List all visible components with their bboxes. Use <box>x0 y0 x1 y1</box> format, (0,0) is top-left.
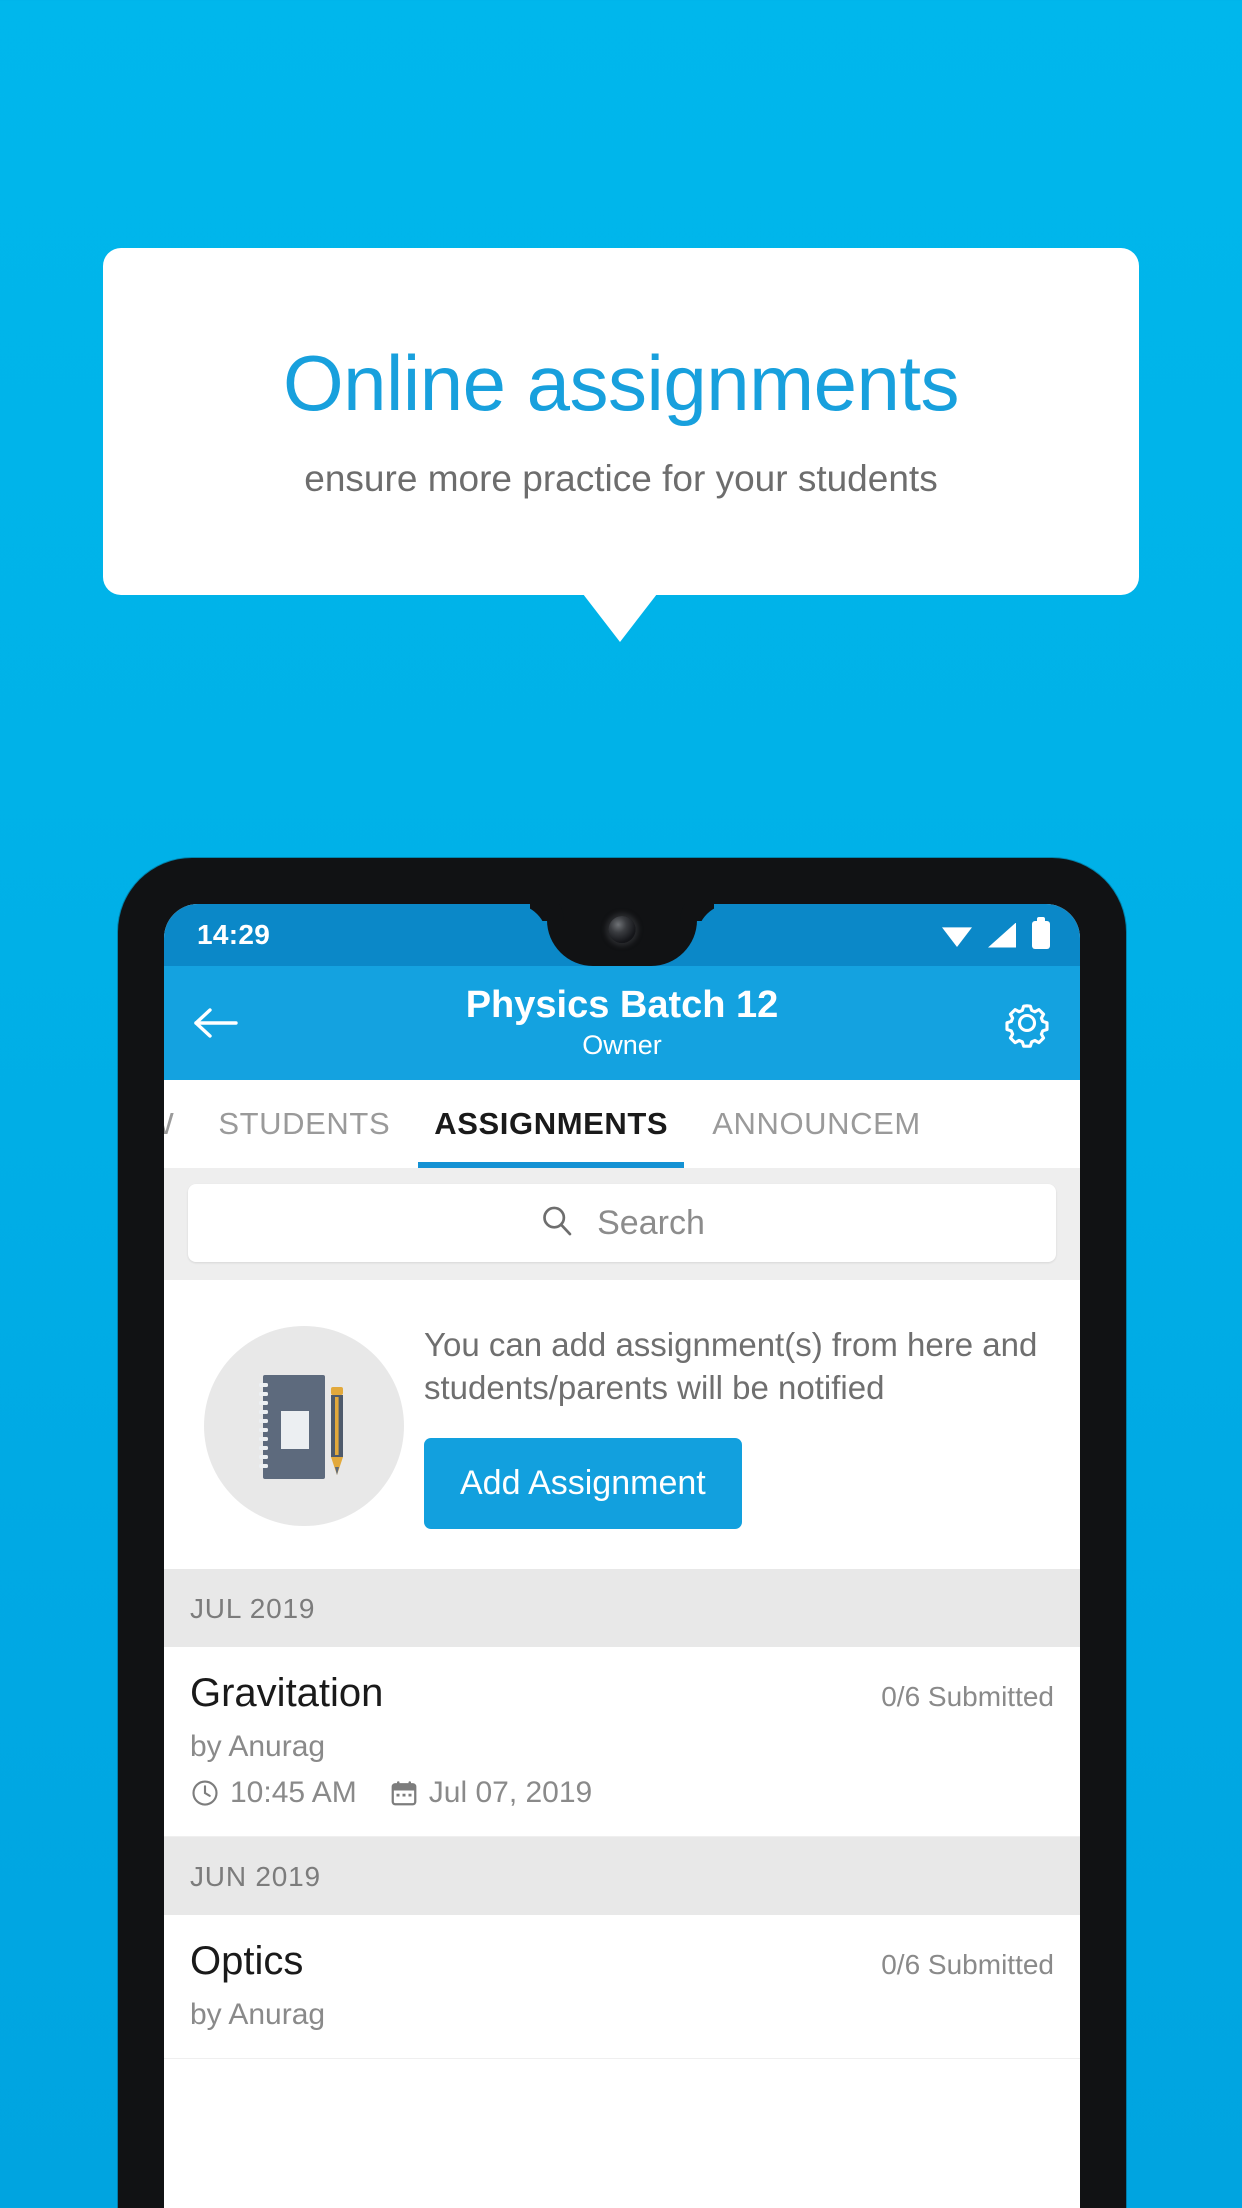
status-bar: 14:29 <box>164 904 1080 966</box>
search-icon <box>539 1203 575 1244</box>
tab-bar: IEW STUDENTS ASSIGNMENTS ANNOUNCEM <box>164 1080 1080 1168</box>
tab-label: STUDENTS <box>218 1106 391 1141</box>
assignment-time: 10:45 AM <box>230 1775 357 1809</box>
battery-icon <box>1032 917 1050 949</box>
tab-students[interactable]: STUDENTS <box>196 1080 412 1168</box>
assignment-name: Gravitation <box>190 1670 384 1715</box>
app-bar: Physics Batch 12 Owner <box>164 966 1080 1080</box>
promo-title: Online assignments <box>282 338 960 427</box>
status-badge: 0/6 Submitted <box>881 1680 1054 1712</box>
assignment-top-row: Gravitation 0/6 Submitted <box>190 1671 1054 1716</box>
tab-assignments[interactable]: ASSIGNMENTS <box>412 1080 690 1168</box>
promo-subtitle: ensure more practice for your students <box>304 458 938 500</box>
status-time: 14:29 <box>197 919 271 950</box>
assignment-author: by Anurag <box>190 1729 326 1763</box>
assignment-top-row: Optics 0/6 Submitted <box>190 1939 1054 1984</box>
app-bar-titles: Physics Batch 12 Owner <box>164 966 1080 1080</box>
status-badge: 0/6 Submitted <box>881 1948 1054 1980</box>
tab-overview[interactable]: IEW <box>164 1080 196 1168</box>
assignment-author: by Anurag <box>190 1997 326 2031</box>
calendar-icon <box>389 1778 419 1808</box>
month-header-jun: JUN 2019 <box>164 1836 1080 1915</box>
assignment-meta: 10:45 AM Jul 07, 2019 <box>190 1776 1054 1810</box>
tab-announcements[interactable]: ANNOUNCEM <box>690 1080 943 1168</box>
phone-device-frame: 14:29 Physics Batch 12 Owner STUDENTS AS… <box>118 858 1126 2208</box>
phone-screen: 14:29 Physics Batch 12 Owner STUDENTS AS… <box>164 904 1080 2208</box>
status-icons <box>942 904 1050 966</box>
back-arrow-icon[interactable] <box>190 997 242 1049</box>
list-item[interactable]: Gravitation 0/6 Submitted by Anurag 10:4… <box>164 1646 1080 1837</box>
cellular-signal-icon <box>988 922 1016 948</box>
empty-state-message: You can add assignment(s) from here and … <box>424 1326 1038 1406</box>
list-item[interactable]: Optics 0/6 Submitted by Anurag <box>164 1914 1080 2059</box>
assignment-name: Optics <box>190 1938 304 1983</box>
search-placeholder: Search <box>597 1203 705 1242</box>
page-title: Physics Batch 12 <box>465 984 779 1027</box>
tab-label: IEW <box>164 1106 174 1142</box>
page-subtitle: Owner <box>582 1029 662 1060</box>
search-section: Search <box>164 1168 1080 1280</box>
front-camera-icon <box>608 916 636 943</box>
notebook-and-pen-icon <box>204 1326 404 1526</box>
add-assignment-button[interactable]: Add Assignment <box>424 1437 742 1529</box>
tab-label: ANNOUNCEM <box>712 1106 921 1141</box>
search-input[interactable]: Search <box>188 1184 1056 1262</box>
assignment-date: Jul 07, 2019 <box>428 1775 593 1809</box>
promo-card: Online assignments ensure more practice … <box>103 248 1139 595</box>
empty-state: You can add assignment(s) from here and … <box>164 1280 1080 1569</box>
gear-icon[interactable] <box>1000 996 1054 1050</box>
tab-label: ASSIGNMENTS <box>434 1106 669 1141</box>
month-header-jul: JUL 2019 <box>164 1568 1080 1647</box>
clock-icon <box>190 1778 220 1808</box>
wifi-icon <box>942 927 972 947</box>
promo-bubble-tail <box>583 594 657 642</box>
empty-state-content: You can add assignment(s) from here and … <box>424 1318 1054 1529</box>
